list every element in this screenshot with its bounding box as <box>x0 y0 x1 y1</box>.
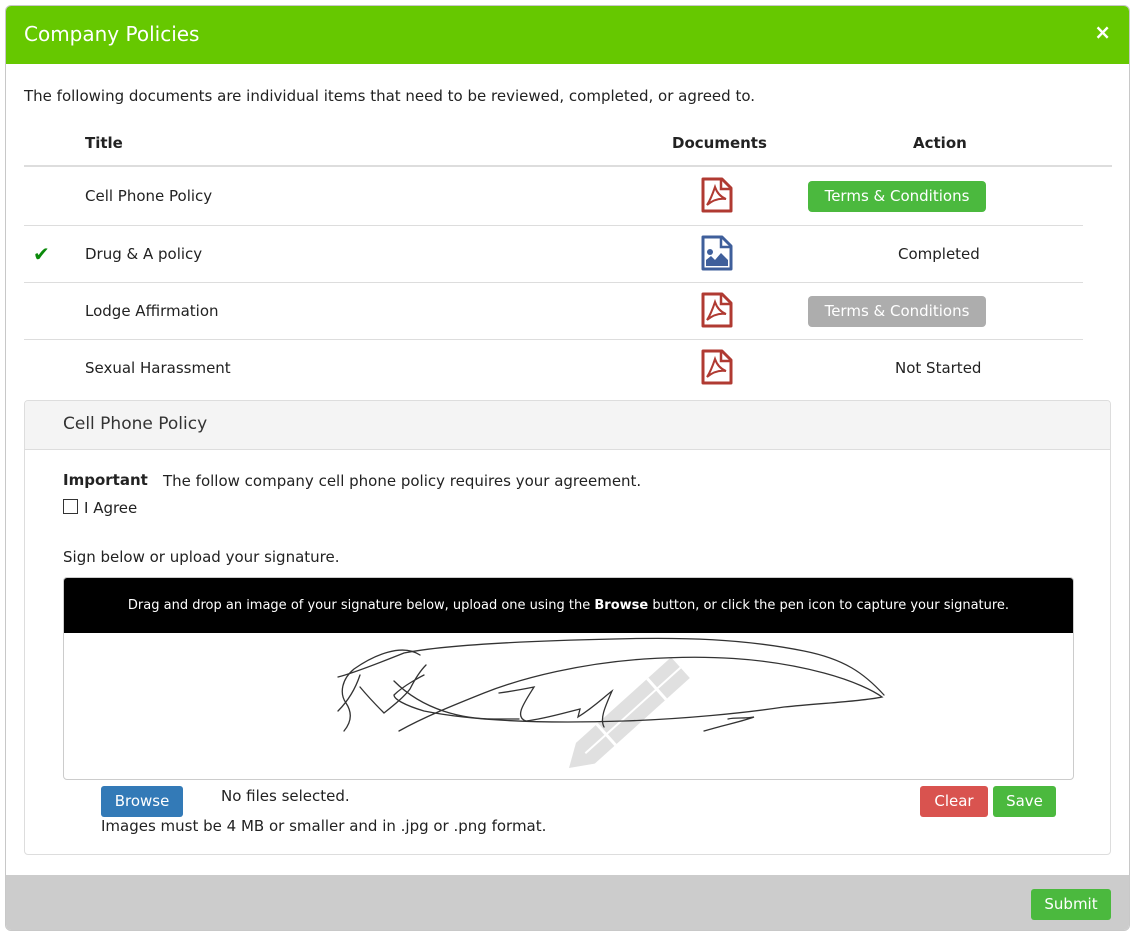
pdf-icon[interactable] <box>701 292 733 328</box>
row-title: Cell Phone Policy <box>85 187 213 205</box>
file-status: No files selected. <box>221 787 350 805</box>
signature-canvas[interactable] <box>64 633 1074 780</box>
terms-conditions-button-disabled[interactable]: Terms & Conditions <box>808 296 986 327</box>
row-divider <box>24 225 1083 226</box>
save-button[interactable]: Save <box>993 786 1056 817</box>
column-header-action: Action <box>913 134 967 152</box>
pdf-icon[interactable] <box>701 177 733 213</box>
policy-panel: Cell Phone Policy Important The follow c… <box>24 400 1111 855</box>
modal-title: Company Policies <box>24 22 200 46</box>
status-completed: Completed <box>898 245 980 263</box>
signature-area[interactable]: Drag and drop an image of your signature… <box>63 577 1074 780</box>
signature-instructions-bar: Drag and drop an image of your signature… <box>64 578 1073 633</box>
modal-header: Company Policies × <box>6 6 1129 64</box>
pen-icon[interactable] <box>560 657 690 778</box>
row-divider <box>24 339 1083 340</box>
status-not-started: Not Started <box>895 359 982 377</box>
close-icon[interactable]: × <box>1094 20 1111 44</box>
clear-button[interactable]: Clear <box>920 786 988 817</box>
row-title: Lodge Affirmation <box>85 302 219 320</box>
check-icon: ✔ <box>33 242 50 266</box>
pdf-icon[interactable] <box>701 349 733 385</box>
intro-text: The following documents are individual i… <box>24 87 756 105</box>
sign-instructions: Sign below or upload your signature. <box>63 548 340 566</box>
row-divider <box>24 282 1083 283</box>
panel-title: Cell Phone Policy <box>63 414 208 434</box>
agree-label[interactable]: I Agree <box>84 499 137 517</box>
important-text: The follow company cell phone policy req… <box>163 472 642 490</box>
image-file-icon[interactable] <box>701 235 733 271</box>
row-title: Drug & A policy <box>85 245 203 263</box>
sig-bar-text-after: button, or click the pen icon to capture… <box>648 598 1010 613</box>
browse-button[interactable]: Browse <box>101 786 183 817</box>
modal-footer: Submit <box>6 875 1129 930</box>
sig-bar-text-before: Drag and drop an image of your signature… <box>127 598 595 613</box>
table-header-divider <box>24 165 1112 167</box>
panel-heading: Cell Phone Policy <box>25 401 1110 450</box>
column-header-title: Title <box>85 134 123 152</box>
sig-bar-text-bold: Browse <box>594 598 649 613</box>
image-requirements-note: Images must be 4 MB or smaller and in .j… <box>101 817 547 835</box>
agree-checkbox[interactable] <box>63 499 78 514</box>
important-label: Important <box>63 471 148 489</box>
column-header-documents: Documents <box>672 134 767 152</box>
row-title: Sexual Harassment <box>85 359 231 377</box>
company-policies-modal: Company Policies × The following documen… <box>5 5 1130 931</box>
submit-button[interactable]: Submit <box>1031 889 1111 920</box>
terms-conditions-button[interactable]: Terms & Conditions <box>808 181 986 212</box>
